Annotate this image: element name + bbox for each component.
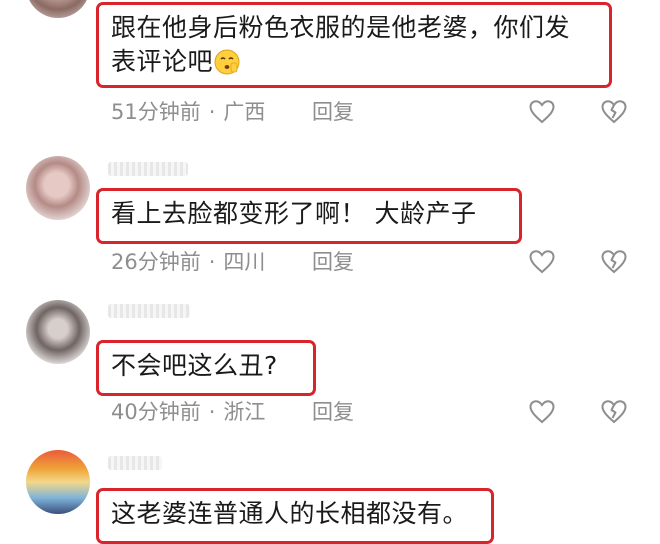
comment-location: 四川 [223, 250, 266, 274]
comment-text-highlighted: 看上去脸都变形了啊！ 大龄产子 [96, 188, 522, 244]
comment-time: 26分钟前 [111, 250, 201, 274]
meta-separator: · [208, 400, 216, 424]
comment-time: 51分钟前 [111, 100, 201, 124]
reply-button[interactable]: 回复 [312, 397, 354, 427]
comment-text-highlighted: 这老婆连普通人的长相都没有。 [96, 488, 494, 544]
shushing-face-emoji [214, 49, 240, 75]
comment-text-line: 看上去脸都变形了啊！ 大龄产子 [111, 199, 477, 228]
comment-text-line: 表评论吧 [111, 45, 599, 79]
comment-text-highlighted: 不会吧这么丑? [96, 340, 316, 396]
username-obscured [108, 304, 190, 318]
avatar[interactable] [26, 450, 90, 514]
comment-meta: 51分钟前 · 广西 [111, 97, 265, 127]
comment-meta: 40分钟前 · 浙江 [111, 397, 265, 427]
broken-heart-icon[interactable] [600, 398, 628, 426]
comment-item: 这老婆连普通人的长相都没有。 [0, 448, 660, 544]
heart-outline-icon[interactable] [528, 398, 556, 426]
heart-outline-icon[interactable] [528, 248, 556, 276]
comment-text-line: 不会吧这么丑? [111, 351, 278, 380]
comment-text-highlighted: 跟在他身后粉色衣服的是他老婆，你们发 表评论吧 [96, 2, 612, 88]
reply-button[interactable]: 回复 [312, 97, 354, 127]
comment-item: 不会吧这么丑? 40分钟前 · 浙江 回复 [0, 298, 660, 438]
broken-heart-icon[interactable] [600, 98, 628, 126]
heart-outline-icon[interactable] [528, 98, 556, 126]
username-obscured [108, 456, 162, 470]
broken-heart-icon[interactable] [600, 248, 628, 276]
comment-meta: 26分钟前 · 四川 [111, 247, 265, 277]
comment-item: 看上去脸都变形了啊！ 大龄产子 26分钟前 · 四川 回复 [0, 150, 660, 290]
comment-item: 跟在他身后粉色衣服的是他老婆，你们发 表评论吧 51分钟前 · 广西 回复 [0, 0, 660, 130]
reply-button[interactable]: 回复 [312, 247, 354, 277]
avatar[interactable] [26, 156, 90, 220]
username-obscured [108, 162, 188, 176]
comment-text-line: 跟在他身后粉色衣服的是他老婆，你们发 [111, 13, 571, 42]
avatar[interactable] [26, 300, 90, 364]
meta-separator: · [208, 100, 216, 124]
comment-text-line: 这老婆连普通人的长相都没有。 [111, 499, 469, 528]
avatar[interactable] [26, 0, 90, 18]
meta-separator: · [208, 250, 216, 274]
comment-location: 浙江 [223, 400, 266, 424]
comment-time: 40分钟前 [111, 400, 201, 424]
comment-location: 广西 [223, 100, 266, 124]
